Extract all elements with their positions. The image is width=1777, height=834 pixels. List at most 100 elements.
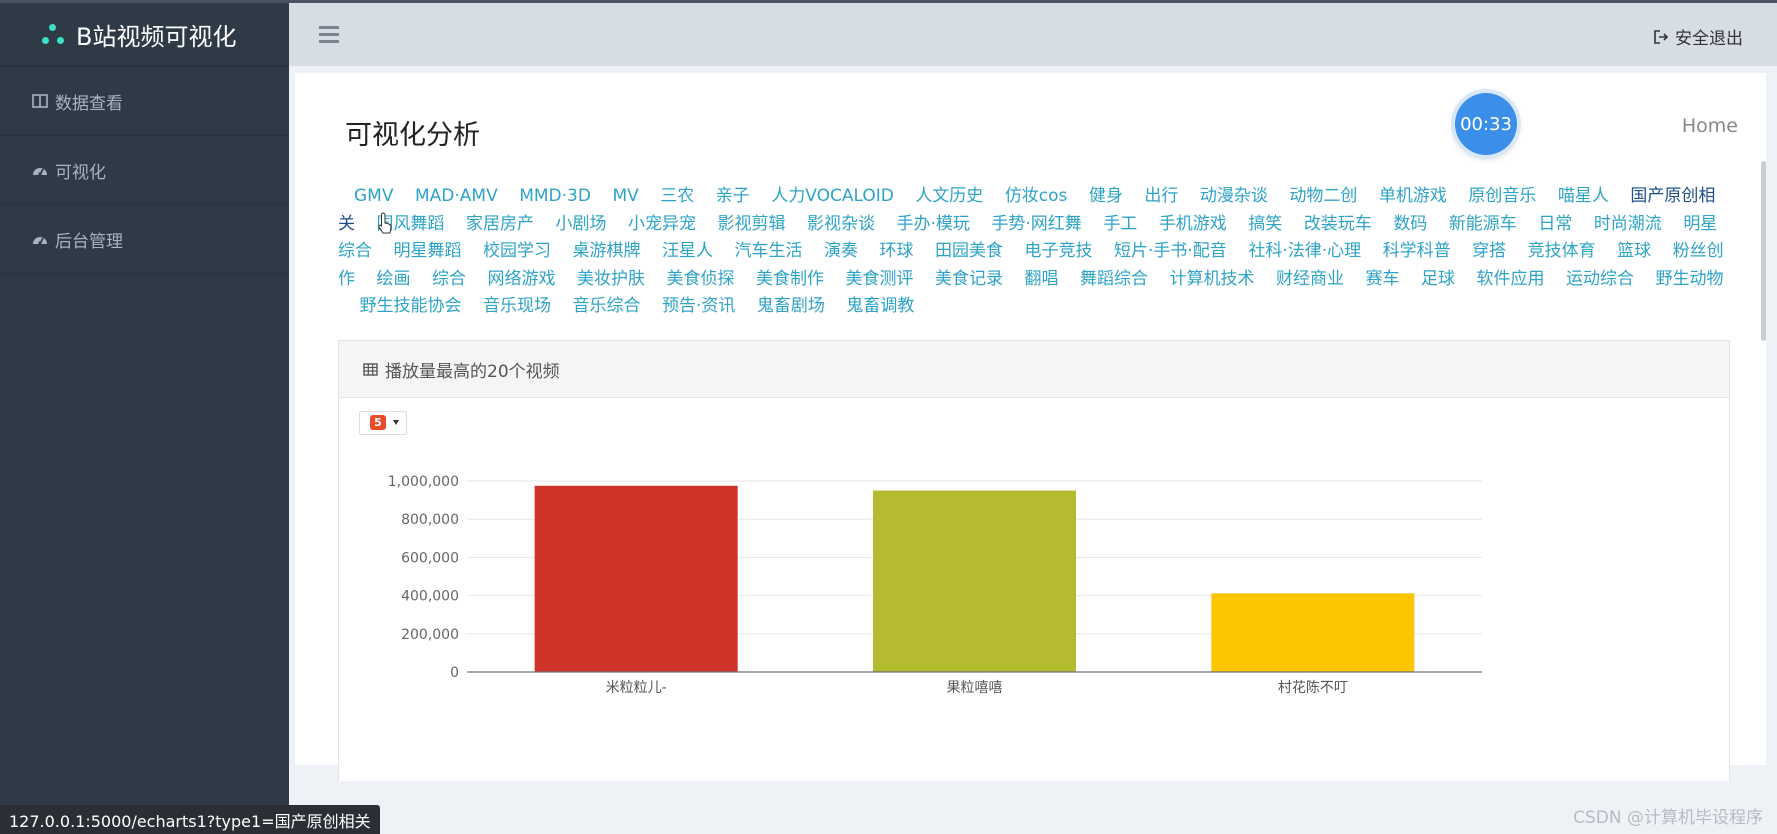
category-link[interactable]: 音乐现场	[483, 296, 551, 316]
category-link[interactable]: 健身	[1089, 186, 1123, 206]
hamburger-icon[interactable]	[319, 26, 339, 44]
sidebar-item-admin[interactable]: 后台管理	[0, 205, 289, 274]
category-link[interactable]: 软件应用	[1477, 269, 1545, 289]
sidebar-item-data-view[interactable]: 数据查看	[0, 67, 289, 136]
category-link[interactable]: 亲子	[716, 186, 750, 206]
category-link[interactable]: GMV	[354, 186, 393, 206]
category-link[interactable]: 短片·手书·配音	[1114, 241, 1227, 261]
category-link[interactable]: 绘画	[377, 269, 411, 289]
category-link[interactable]: 手工	[1103, 214, 1137, 234]
category-link[interactable]: 穿搭	[1472, 241, 1506, 261]
page-title: 可视化分析	[345, 120, 480, 151]
category-link[interactable]: 鬼畜剧场	[757, 296, 825, 316]
category-link[interactable]: 日常	[1538, 214, 1572, 234]
category-link[interactable]: MV	[612, 186, 638, 206]
category-link[interactable]: 家居房产	[466, 214, 534, 234]
category-link[interactable]: MMD·3D	[519, 186, 591, 206]
category-link[interactable]: 动漫杂谈	[1200, 186, 1268, 206]
x-tick-label: 果粒嘻嘻	[947, 680, 1003, 696]
x-tick-label: 米粒粒儿-	[606, 680, 667, 696]
category-link[interactable]: 预告·资讯	[662, 296, 735, 316]
category-link[interactable]: 明星舞蹈	[394, 241, 462, 261]
category-link[interactable]: 野生技能协会	[360, 296, 462, 316]
main-content: 可视化分析 00:33 Home GMV MAD·AMV MMD·3D MV 三农 亲子 人…	[295, 73, 1766, 781]
category-link[interactable]: 美食测评	[846, 269, 914, 289]
x-tick-label: 村花陈不叮	[1278, 679, 1348, 696]
category-link[interactable]: 科学科普	[1383, 241, 1451, 261]
scrollbar[interactable]	[1761, 161, 1766, 341]
brand-logo-icon	[40, 22, 66, 48]
breadcrumb-home[interactable]: Home	[1682, 115, 1738, 137]
category-link[interactable]: 时尚潮流	[1594, 214, 1662, 234]
category-link[interactable]: 小剧场	[556, 214, 607, 234]
browser-status-url: 127.0.0.1:5000/echarts1?type1=国产原创相关	[0, 805, 380, 834]
category-link[interactable]: 运动综合	[1566, 269, 1634, 289]
category-link[interactable]: 人力VOCALOID	[771, 186, 894, 206]
category-link[interactable]: 美食制作	[756, 269, 824, 289]
category-link[interactable]: 美食记录	[935, 269, 1003, 289]
category-link[interactable]: 影视剪辑	[718, 214, 786, 234]
category-link[interactable]: 田园美食	[935, 241, 1003, 261]
bar[interactable]	[873, 490, 1076, 672]
category-link[interactable]: 人文历史	[915, 186, 983, 206]
brand[interactable]: B站视频可视化	[0, 3, 289, 67]
category-link[interactable]: 校园学习	[483, 241, 551, 261]
category-link[interactable]: 手势·网红舞	[991, 214, 1081, 234]
watermark: CSDN @计算机毕设程序	[1573, 808, 1763, 828]
category-link[interactable]: 环球	[880, 241, 914, 261]
bar[interactable]	[1211, 593, 1415, 672]
category-link[interactable]: 桌游棋牌	[573, 241, 641, 261]
category-link[interactable]: 三农	[660, 186, 694, 206]
category-link[interactable]: 美妆护肤	[577, 269, 645, 289]
category-link[interactable]: 鬼畜调教	[846, 296, 914, 316]
category-link[interactable]: 影视杂谈	[807, 214, 875, 234]
category-link[interactable]: 手办·模玩	[897, 214, 970, 234]
category-link[interactable]: 足球	[1421, 269, 1455, 289]
category-link[interactable]: 野生动物	[1656, 269, 1724, 289]
category-link[interactable]: 网络游戏	[488, 269, 556, 289]
category-link[interactable]: 音乐综合	[573, 296, 641, 316]
panel-header: 播放量最高的20个视频	[339, 341, 1729, 398]
hand-cursor-icon	[378, 212, 392, 234]
category-link[interactable]: 仿妆cos	[1005, 186, 1068, 206]
logout-label: 安全退出	[1675, 29, 1743, 49]
category-link[interactable]: 综合	[432, 269, 466, 289]
category-link[interactable]: 赛车	[1366, 269, 1400, 289]
category-link[interactable]: 小宠异宠	[628, 214, 696, 234]
sidebar-item-label: 可视化	[55, 162, 106, 183]
category-link[interactable]: 社科·法律·心理	[1248, 241, 1361, 261]
category-link[interactable]: 美食侦探	[667, 269, 735, 289]
category-link[interactable]: 舞蹈综合	[1080, 269, 1148, 289]
category-link[interactable]: 动物二创	[1289, 186, 1357, 206]
category-link[interactable]: 汪星人	[662, 241, 713, 261]
y-tick-label: 200,000	[401, 627, 459, 643]
category-list: GMV MAD·AMV MMD·3D MV 三农 亲子 人力VOCALOID 人文历史 仿妆co…	[338, 183, 1728, 321]
category-link[interactable]: 改装玩车	[1304, 214, 1372, 234]
category-link[interactable]: MAD·AMV	[415, 186, 498, 206]
top-header: 安全退出	[289, 3, 1777, 66]
category-link[interactable]: 竞技体育	[1528, 241, 1596, 261]
category-link[interactable]: 财经商业	[1276, 269, 1344, 289]
category-link[interactable]: 出行	[1144, 186, 1178, 206]
category-link[interactable]: 喵星人	[1558, 186, 1609, 206]
bar[interactable]	[534, 485, 738, 672]
category-link[interactable]: 原创音乐	[1468, 186, 1536, 206]
y-tick-label: 400,000	[401, 589, 459, 605]
category-link[interactable]: 翻唱	[1025, 269, 1059, 289]
y-tick-label: 1,000,000	[388, 474, 459, 490]
category-link[interactable]: 计算机技术	[1170, 269, 1255, 289]
category-link[interactable]: 演奏	[824, 241, 858, 261]
y-tick-label: 0	[450, 665, 459, 681]
panel-title: 播放量最高的20个视频	[385, 361, 560, 382]
category-link[interactable]: 电子竞技	[1025, 241, 1093, 261]
category-link[interactable]: 搞笑	[1248, 214, 1282, 234]
sidebar-item-visualization[interactable]: 可视化	[0, 136, 289, 205]
category-link[interactable]: 新能源车	[1449, 214, 1517, 234]
category-link[interactable]: 篮球	[1617, 241, 1651, 261]
category-link[interactable]: 数码	[1393, 214, 1427, 234]
category-link[interactable]: 汽车生活	[735, 241, 803, 261]
sidebar: B站视频可视化 数据查看 可视化 后台管理	[0, 3, 289, 834]
logout-button[interactable]: 安全退出	[1654, 24, 1743, 49]
category-link[interactable]: 手机游戏	[1159, 214, 1227, 234]
category-link[interactable]: 单机游戏	[1379, 186, 1447, 206]
